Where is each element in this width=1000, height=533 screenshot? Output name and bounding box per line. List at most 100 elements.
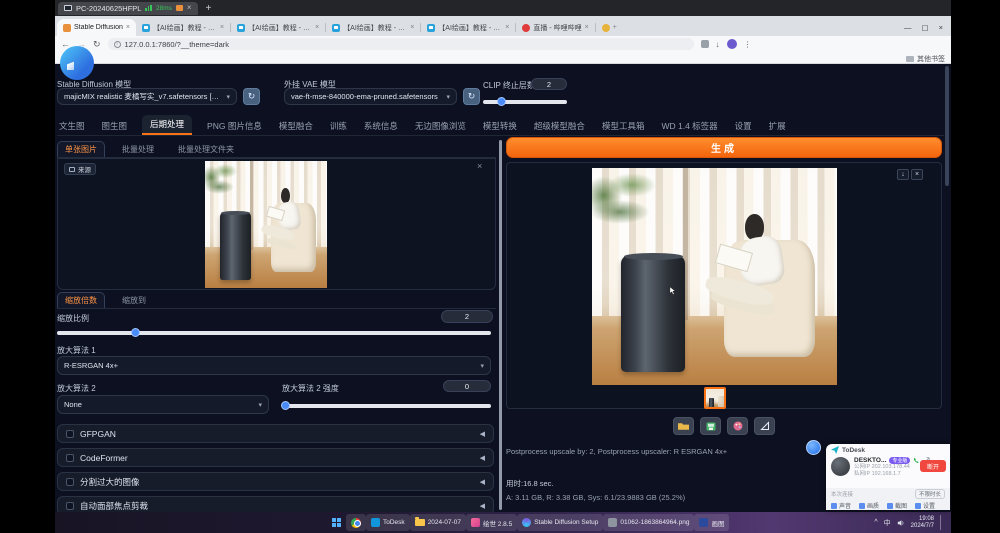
taskbar-folder[interactable]: 2024-07-07 [410,514,466,531]
sd-model-dropdown[interactable]: majicMIX realistic 麦橘写实_v7.safetensors [… [57,88,237,105]
remote-session-tab[interactable]: PC-20240625HFPL 28ms × [58,2,198,15]
upscaler2-strength-slider-handle[interactable] [281,401,290,410]
open-folder-button[interactable] [673,417,694,435]
upscaler2-strength-value[interactable]: 0 [443,380,491,392]
clip-skip-slider-handle[interactable] [497,97,506,106]
tab-txt2img[interactable]: 文生图 [57,117,87,135]
browser-tab[interactable]: 直播 - 哔哩哔哩× [516,19,594,36]
scale-ratio-slider-handle[interactable] [131,328,140,337]
other-bookmarks-button[interactable]: 其他书签 [906,54,945,64]
tab-train[interactable]: 训练 [328,117,349,135]
window-close-button[interactable]: × [939,23,943,32]
accordion-split-oversize[interactable]: 分割过大的图像 ◀ [57,472,494,491]
window-maximize-button[interactable]: ▢ [922,23,929,32]
tab-extensions[interactable]: 扩展 [767,117,788,135]
result-thumbnail[interactable] [704,387,726,409]
close-result-button[interactable]: × [911,169,923,180]
codeformer-checkbox[interactable] [66,454,74,462]
tab-scale-by[interactable]: 缩放倍数 [57,292,105,308]
send-to-extras-button[interactable] [727,417,748,435]
refresh-sd-model-button[interactable]: ↻ [243,88,260,105]
tab-settings[interactable]: 设置 [733,117,754,135]
close-tab-icon[interactable]: × [410,24,414,31]
start-button[interactable] [327,514,346,531]
taskbar-png-file[interactable]: 01062-1863864964.png [603,514,694,531]
browser-tab[interactable]: 【AI绘画】教程 - 哔哩哔哩× [421,19,515,36]
auto-face-crop-checkbox[interactable] [66,502,74,510]
site-info-icon[interactable]: i [114,41,121,48]
quick-quality-toggle[interactable]: 画质 [859,501,879,510]
window-minimize-button[interactable]: — [904,23,912,32]
screenshot-icon[interactable] [176,5,183,11]
browser-tab[interactable]: 【AI绘画】教程 - 哔哩哔哩× [231,19,325,36]
tray-clock[interactable]: 19:08 2024/7/7 [911,516,934,530]
extensions-icon[interactable] [701,40,709,48]
show-desktop-edge[interactable] [940,515,945,530]
address-bar[interactable]: i 127.0.0.1:7860/?__theme=dark [108,38,694,50]
tab-scale-to[interactable]: 缩放到 [115,293,153,308]
upscaler2-strength-slider[interactable] [282,404,491,408]
speaker-icon[interactable] [897,519,905,527]
accordion-gfpgan[interactable]: GFPGAN ◀ [57,424,494,443]
browser-tab-partial[interactable]: + [596,19,623,36]
taskbar-huishi-launcher[interactable]: 绘世 2.8.5 [466,514,517,531]
clear-source-image-icon[interactable]: × [477,161,482,171]
scale-ratio-slider[interactable] [57,331,491,335]
disconnect-button[interactable]: 断开 [920,460,946,472]
tab-checkpoint-merge[interactable]: 模型融合 [277,117,315,135]
browser-tab-active[interactable]: Stable Diffusion × [57,19,136,36]
generate-button[interactable]: 生成 [506,137,942,158]
quick-sound-toggle[interactable]: 声音 [831,501,851,510]
close-tab-icon[interactable]: × [126,24,130,31]
download-result-button[interactable]: ↓ [897,169,909,180]
download-icon[interactable]: ↓ [716,40,720,49]
column-resize-handle[interactable] [499,140,502,510]
close-tab-icon[interactable]: × [585,24,589,31]
tray-expand-icon[interactable]: ^ [874,519,877,526]
upscaler1-dropdown[interactable]: R-ESRGAN 4x+ ▾ [57,356,491,375]
gfpgan-checkbox[interactable] [66,430,74,438]
tab-super-merge[interactable]: 超级模型融合 [532,117,587,135]
accordion-codeformer[interactable]: CodeFormer ◀ [57,448,494,467]
taskbar-todesk[interactable]: ToDesk [366,514,410,531]
split-oversize-checkbox[interactable] [66,478,74,486]
subtab-batch-process[interactable]: 批量处理 [115,142,161,157]
close-tab-icon[interactable]: × [315,24,319,31]
tab-model-convert[interactable]: 模型转换 [481,117,519,135]
close-tab-icon[interactable]: × [505,24,509,31]
browser-profile-avatar[interactable] [727,39,737,49]
new-session-button[interactable]: + [206,3,212,14]
tab-png-info[interactable]: PNG 图片信息 [205,117,264,135]
tab-img2img[interactable]: 图生图 [100,117,130,135]
quick-settings-button[interactable]: 设置 [915,501,935,510]
browser-menu-icon[interactable]: ⋮ [744,40,752,49]
floating-assistant-ball[interactable] [806,440,821,455]
tab-infinite-browser[interactable]: 无边图像浏览 [413,117,468,135]
result-image[interactable] [592,168,837,385]
subtab-single-image[interactable]: 单张图片 [57,141,105,157]
reload-icon[interactable]: ↻ [93,39,101,50]
close-session-icon[interactable]: × [187,4,192,12]
tab-wd14-tagger[interactable]: WD 1.4 标签器 [659,117,719,135]
taskbar-paint[interactable]: 画图 [694,514,729,531]
source-image[interactable] [205,161,327,288]
ime-indicator[interactable]: 中 [884,518,891,528]
taskbar-chrome[interactable] [346,514,366,531]
scrollbar-thumb[interactable] [945,66,949,186]
tab-model-toolkit[interactable]: 模型工具箱 [600,117,647,135]
browser-tab[interactable]: 【AI绘画】教程 - 哔哩哔哩× [326,19,420,36]
tab-postprocess[interactable]: 后期处理 [142,115,192,135]
browser-tab[interactable]: 【AI绘画】教程 - 哔哩哔哩× [136,19,230,36]
clip-skip-value[interactable]: 2 [531,78,567,90]
new-tab-button[interactable]: + [613,24,617,31]
save-image-button[interactable] [700,417,721,435]
close-tab-icon[interactable]: × [220,24,224,31]
tab-system-info[interactable]: 系统信息 [362,117,400,135]
scale-ratio-value[interactable]: 2 [441,310,493,323]
subtab-batch-folder[interactable]: 批量处理文件夹 [171,142,241,157]
send-to-resize-button[interactable] [754,417,775,435]
quick-screenshot-button[interactable]: 截图 [887,501,907,510]
clip-skip-slider[interactable] [483,100,567,104]
vae-dropdown[interactable]: vae-ft-mse-840000-ema-pruned.safetensors… [284,88,457,105]
upscaler2-dropdown[interactable]: None ▾ [57,395,269,414]
